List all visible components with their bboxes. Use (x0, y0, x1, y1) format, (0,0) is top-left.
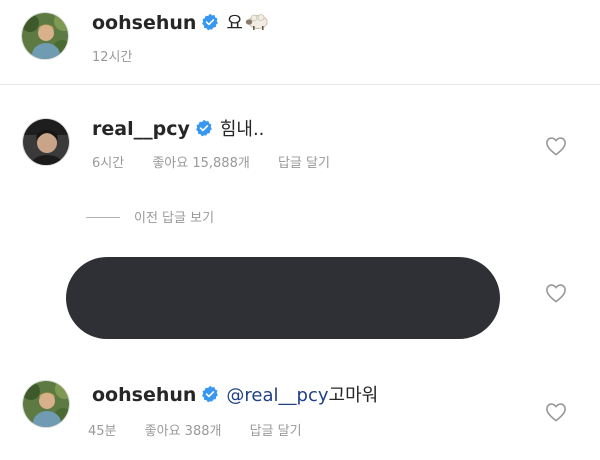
like-count[interactable]: 좋아요 15,888개 (152, 156, 249, 171)
comment-meta: 6시간 좋아요 15,888개 답글 달기 (92, 152, 354, 171)
comment-text: 고마워 (328, 385, 379, 406)
comment-line: oohsehun @real__pcy고마워 (92, 381, 378, 407)
verified-badge-icon (195, 119, 212, 137)
avatar[interactable] (22, 118, 70, 166)
header-title-line: oohsehun 요 (92, 9, 269, 35)
sheep-icon (245, 14, 268, 30)
comment-meta: 45분 좋아요 388개 답글 달기 (88, 420, 326, 439)
reply-thread-line (86, 217, 120, 218)
comment-line: real__pcy 힘내.. (92, 115, 264, 141)
caption-text: 요 (226, 13, 243, 34)
heart-outline-icon[interactable] (545, 283, 567, 303)
username[interactable]: real__pcy (92, 118, 190, 140)
divider (0, 84, 600, 85)
post-header: oohsehun 요 12시간 (0, 0, 600, 84)
username[interactable]: oohsehun (92, 12, 196, 34)
reply-button[interactable]: 답글 달기 (278, 156, 330, 171)
verified-badge-icon (202, 385, 219, 403)
comment-text: 힘내.. (219, 119, 265, 140)
reply-button[interactable]: 답글 달기 (250, 424, 302, 439)
view-previous-replies-label: 이전 답글 보기 (134, 211, 215, 226)
username[interactable]: oohsehun (92, 384, 196, 406)
like-count[interactable]: 좋아요 388개 (145, 424, 222, 439)
view-previous-replies[interactable]: 이전 답글 보기 (86, 207, 214, 226)
post-meta: 12시간 (92, 46, 156, 65)
avatar[interactable] (22, 380, 70, 428)
heart-outline-icon[interactable] (545, 136, 567, 156)
mention-link[interactable]: @real__pcy (226, 385, 328, 406)
avatar[interactable] (21, 12, 69, 60)
heart-outline-icon[interactable] (545, 402, 567, 422)
redacted-reply (66, 257, 500, 339)
comment-time: 6시간 (92, 156, 125, 171)
verified-badge-icon (202, 13, 219, 31)
post-time: 12시간 (92, 50, 133, 65)
comment-time: 45분 (88, 424, 117, 439)
